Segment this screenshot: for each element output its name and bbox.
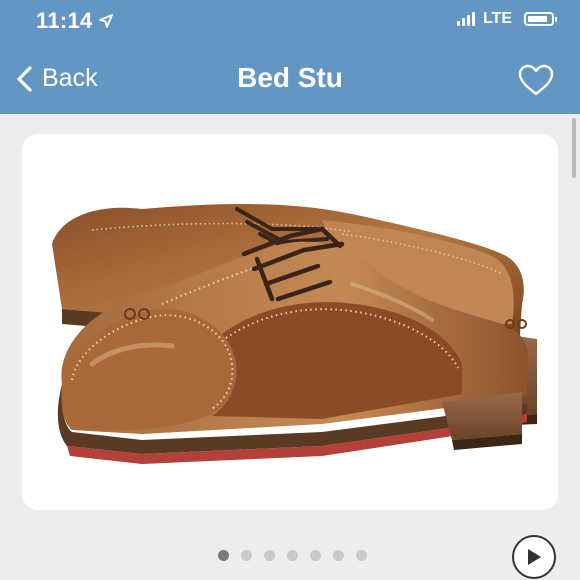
- scroll-indicator: [572, 118, 576, 178]
- pagination-dot[interactable]: [286, 550, 298, 561]
- battery-icon: [524, 12, 557, 26]
- signal-strength-icon: [456, 12, 475, 26]
- clock-text: 11:14: [36, 8, 93, 33]
- status-indicators: LTE: [456, 10, 557, 28]
- gallery-pagination[interactable]: [0, 550, 580, 561]
- location-arrow-icon: [98, 14, 113, 28]
- heart-outline-icon: [518, 64, 554, 96]
- page-title: Bed Stu: [237, 62, 343, 93]
- pagination-dot[interactable]: [263, 550, 275, 561]
- pagination-dot[interactable]: [217, 550, 229, 561]
- pagination-dot[interactable]: [355, 550, 367, 561]
- favorite-button[interactable]: [518, 64, 554, 101]
- play-icon: [528, 549, 541, 565]
- status-time: 11:14: [36, 8, 113, 34]
- navigation-header: 11:14 LTE Back Bed Stu: [0, 0, 580, 114]
- play-button[interactable]: [512, 535, 556, 579]
- product-image-card[interactable]: [22, 134, 558, 510]
- pagination-dot[interactable]: [332, 550, 344, 561]
- pagination-dot[interactable]: [240, 550, 252, 561]
- pagination-dot[interactable]: [309, 550, 321, 561]
- network-label: LTE: [482, 10, 512, 27]
- product-photo: [52, 204, 537, 464]
